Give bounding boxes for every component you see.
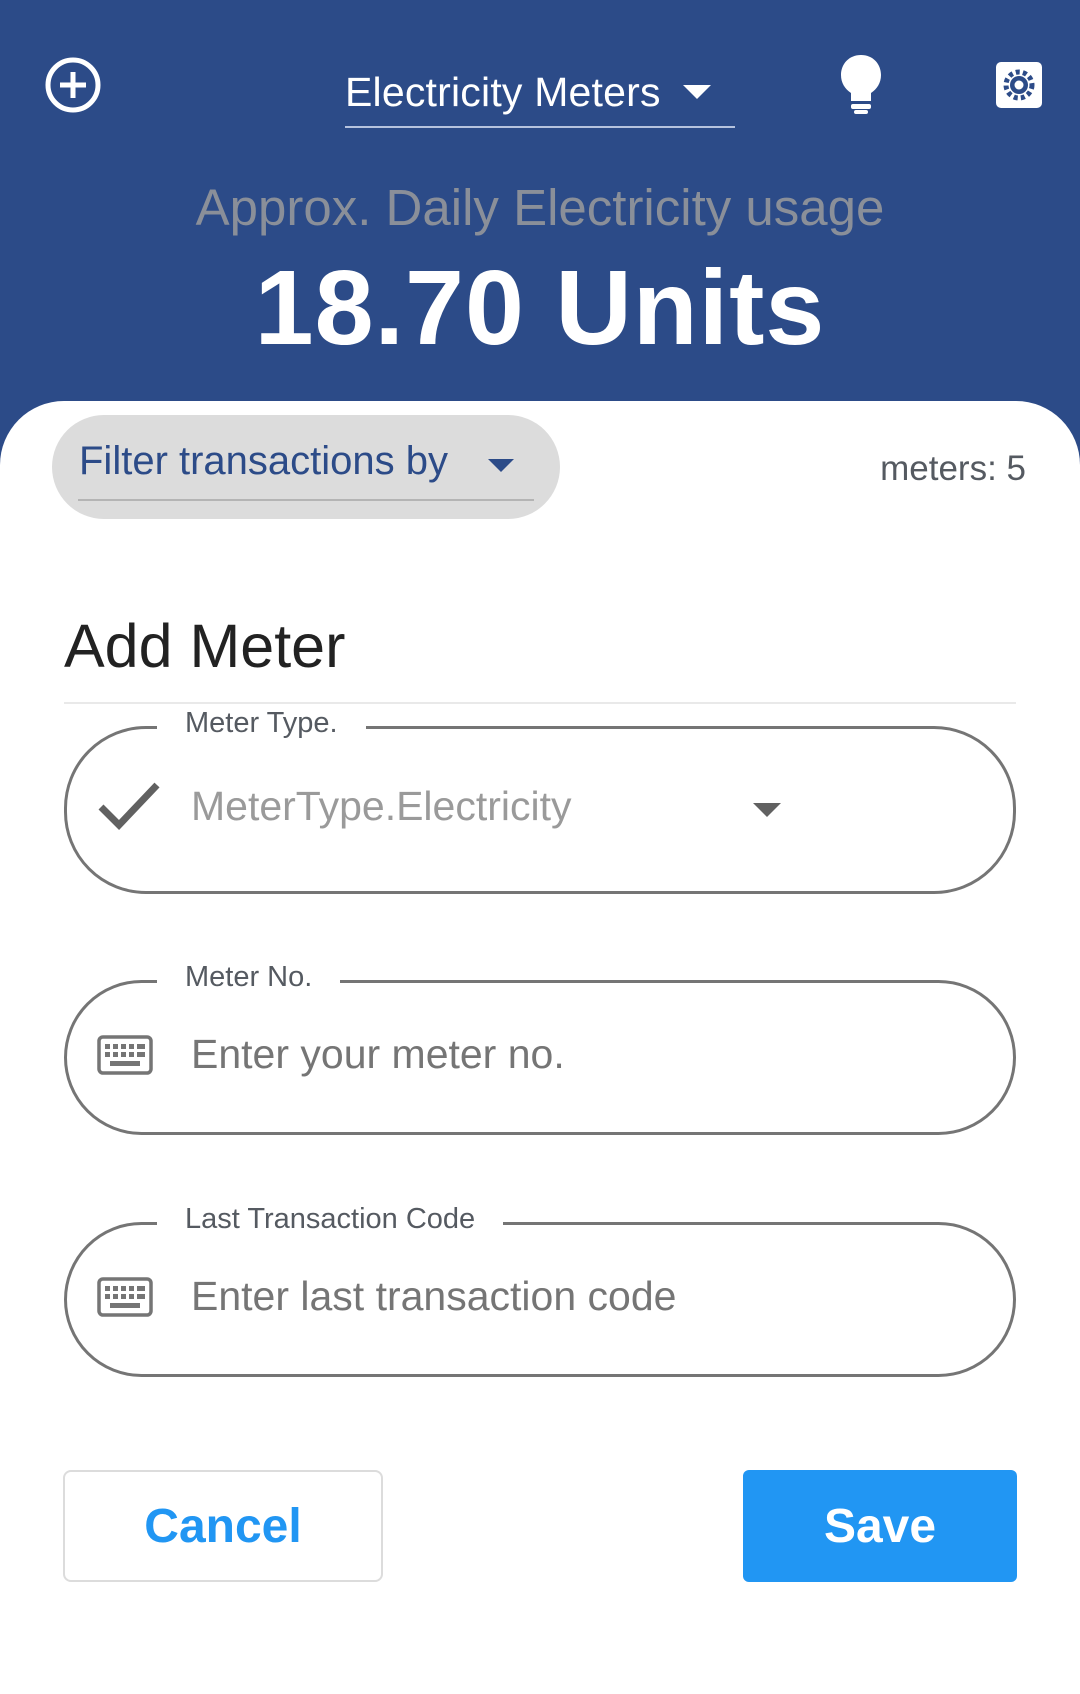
meter-type-dropdown[interactable]: Electricity Meters xyxy=(345,58,735,128)
meters-count: meters: 5 xyxy=(880,449,1026,488)
checkmark-icon xyxy=(98,782,160,831)
filter-transactions-dropdown[interactable]: Filter transactions by xyxy=(52,415,560,519)
dialog-title: Add Meter xyxy=(64,612,346,680)
last-transaction-code-field[interactable]: Last Transaction Code xyxy=(64,1203,1016,1377)
add-meter-button[interactable] xyxy=(40,52,106,118)
filter-label: Filter transactions by xyxy=(79,439,449,483)
tips-button[interactable] xyxy=(826,48,896,120)
meter-type-value: MeterType.Electricity xyxy=(191,783,572,829)
settings-gear-icon xyxy=(996,62,1042,108)
lightbulb-icon xyxy=(841,55,881,114)
meter-no-input[interactable] xyxy=(191,1031,971,1078)
filter-underline xyxy=(78,499,534,501)
chevron-down-icon xyxy=(488,459,514,472)
cancel-button[interactable]: Cancel xyxy=(63,1470,383,1582)
meter-type-dropdown-label: Electricity Meters xyxy=(345,68,661,115)
chevron-down-icon xyxy=(682,85,711,99)
usage-value: 18.70 Units xyxy=(254,249,826,367)
title-divider xyxy=(64,702,1016,704)
main-sheet: Filter transactions by meters: 5 Add Met… xyxy=(0,401,1080,1694)
usage-label: Approx. Daily Electricity usage xyxy=(195,179,885,236)
app-header: Electricity Meters Approx. Daily Electri… xyxy=(0,0,1080,420)
meter-type-field[interactable]: Meter Type. MeterType.Electricity xyxy=(64,707,1016,894)
save-button[interactable]: Save xyxy=(743,1470,1017,1582)
settings-button[interactable] xyxy=(986,52,1052,118)
last-transaction-code-input[interactable] xyxy=(191,1273,971,1320)
chevron-down-icon xyxy=(753,803,781,817)
last-transaction-code-label: Last Transaction Code xyxy=(157,1203,504,1236)
meter-no-field[interactable]: Meter No. xyxy=(64,961,1016,1135)
keyboard-icon xyxy=(97,1035,153,1075)
meter-no-label: Meter No. xyxy=(157,961,341,994)
meter-type-label: Meter Type. xyxy=(157,707,366,740)
keyboard-icon xyxy=(97,1277,153,1317)
add-circle-icon xyxy=(45,57,101,113)
